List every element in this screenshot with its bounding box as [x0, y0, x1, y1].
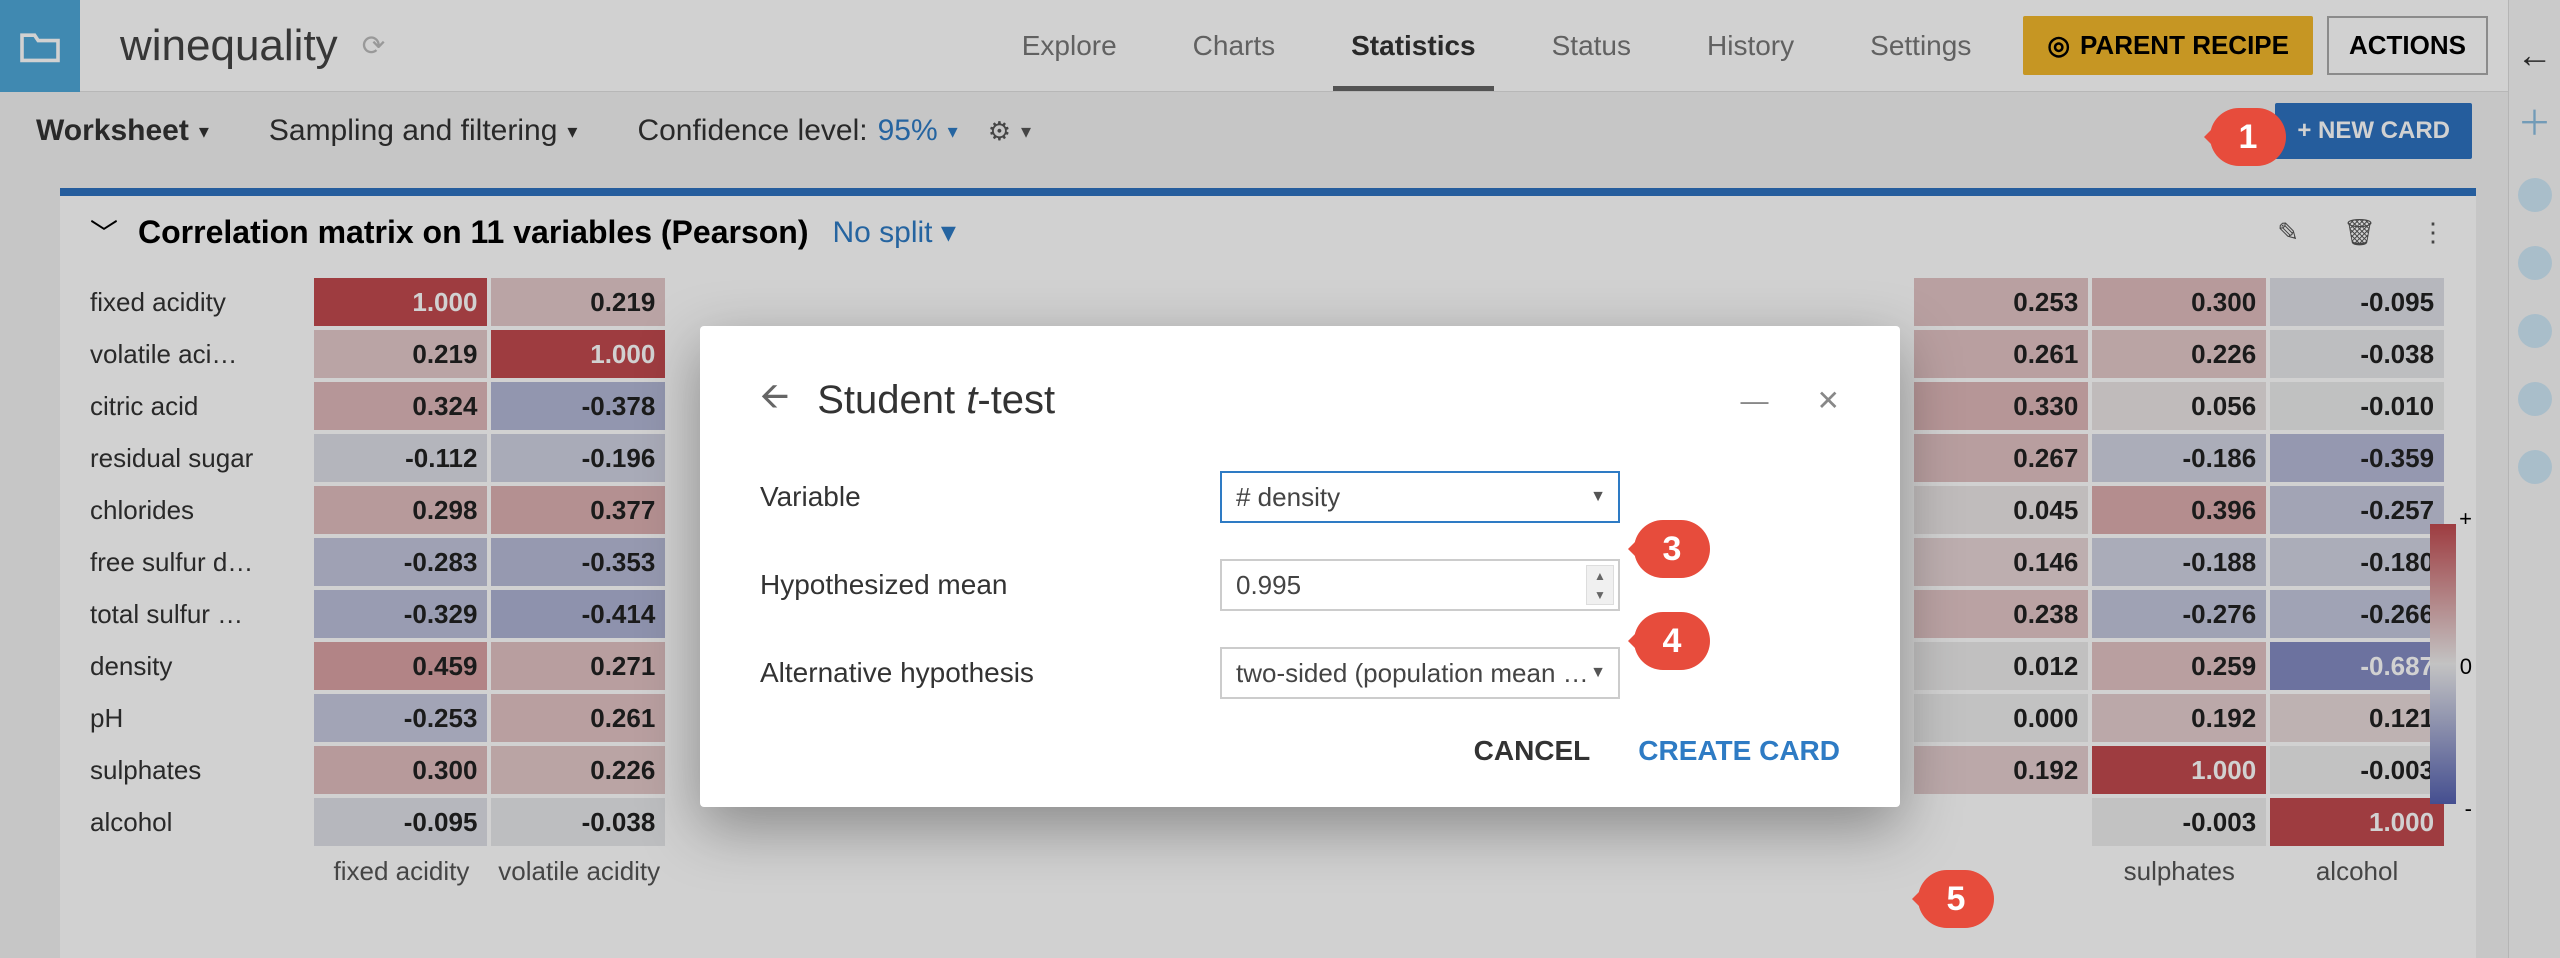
alternative-hypothesis-select[interactable]: two-sided (population mean … ▼ [1220, 647, 1620, 699]
variable-label: Variable [760, 481, 1220, 513]
modal-title-em: t [966, 378, 977, 422]
alternative-hypothesis-value: two-sided (population mean … [1236, 658, 1589, 689]
cancel-button[interactable]: CANCEL [1474, 735, 1591, 767]
modal-header: 🡨 Student t-test — ✕ [760, 370, 1840, 431]
spinner-icon[interactable]: ▲▼ [1586, 565, 1614, 605]
minimize-icon[interactable]: — [1741, 385, 1769, 417]
modal-buttons: CANCEL CREATE CARD [760, 735, 1840, 767]
hypothesized-mean-input[interactable]: 0.995 ▲▼ [1220, 559, 1620, 611]
modal-title: Student t-test [817, 378, 1055, 423]
callout-3: 3 [1634, 520, 1710, 578]
callout-5: 5 [1918, 870, 1994, 928]
hypothesized-mean-label: Hypothesized mean [760, 569, 1220, 601]
create-card-button[interactable]: CREATE CARD [1638, 735, 1840, 767]
dropdown-icon: ▼ [1590, 488, 1606, 506]
callout-4: 4 [1634, 612, 1710, 670]
hypothesized-mean-value: 0.995 [1236, 570, 1301, 601]
variable-value: # density [1236, 482, 1340, 513]
student-t-test-modal: 🡨 Student t-test — ✕ Variable # density … [700, 326, 1900, 807]
modal-title-post: -test [977, 378, 1055, 422]
variable-row: Variable # density ▼ [760, 471, 1840, 523]
callout-1: 1 [2210, 108, 2286, 166]
modal-title-pre: Student [817, 378, 966, 422]
dropdown-icon: ▼ [1590, 664, 1606, 682]
alternative-hypothesis-label: Alternative hypothesis [760, 657, 1220, 689]
variable-select[interactable]: # density ▼ [1220, 471, 1620, 523]
back-icon[interactable]: 🡨 [760, 370, 789, 431]
close-icon[interactable]: ✕ [1817, 384, 1840, 417]
